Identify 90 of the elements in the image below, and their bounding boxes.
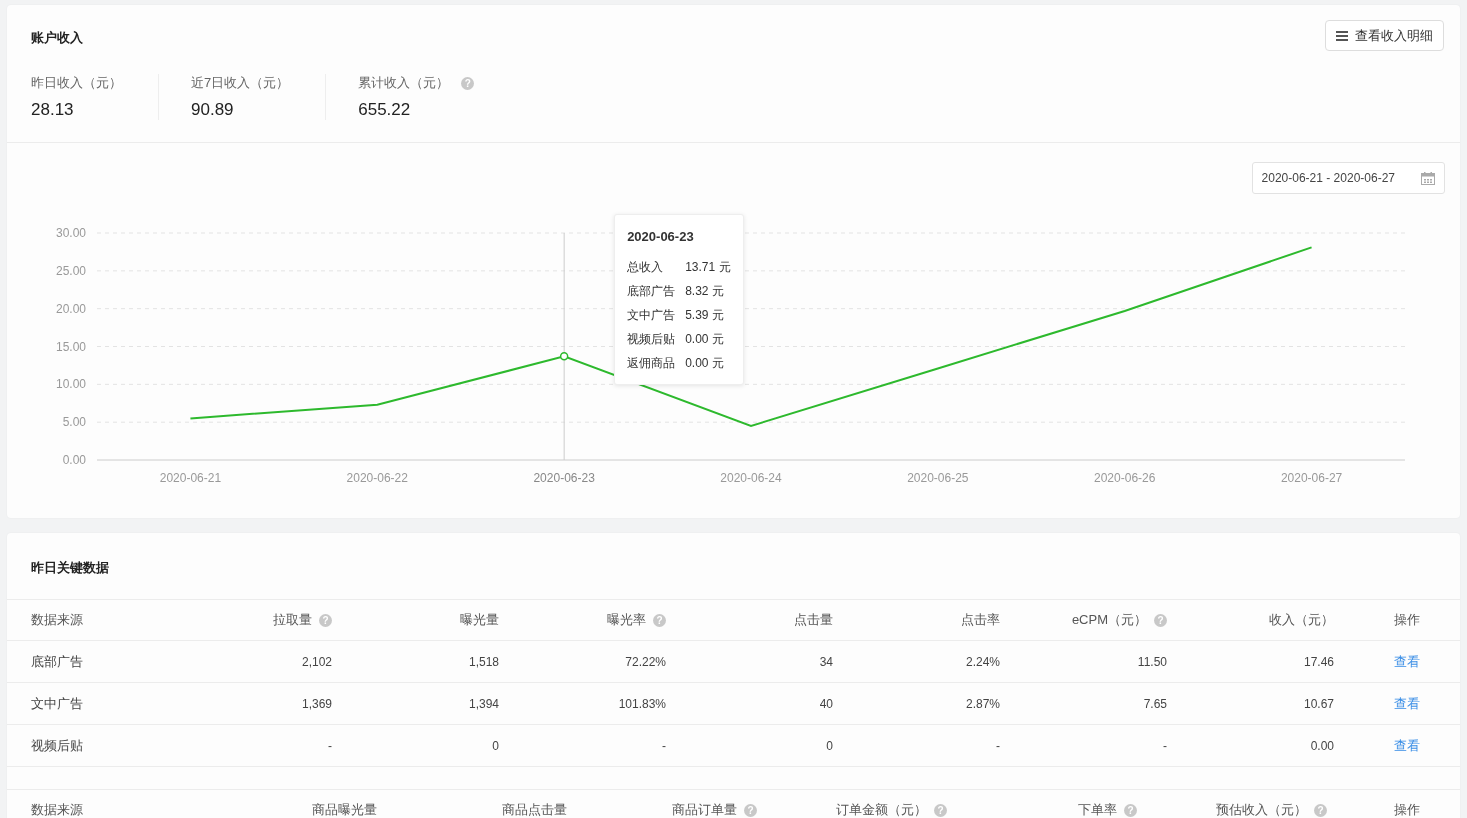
- column-header: 点击量: [794, 611, 833, 629]
- table-cell: 视频后贴: [31, 736, 83, 755]
- table-cell: 17.46: [1303, 654, 1334, 669]
- table-cell: -: [662, 738, 666, 753]
- x-axis-label: 2020-06-26: [1094, 471, 1156, 485]
- table-cell: 2.87%: [965, 696, 1000, 711]
- column-header: 商品点击量: [502, 801, 567, 818]
- tooltip-label: 视频后贴: [627, 331, 676, 348]
- column-header: 预估收入（元）: [1216, 801, 1307, 818]
- column-header: 商品曝光量: [312, 801, 377, 818]
- tooltip-value: 0.00 元: [685, 355, 724, 372]
- column-header: 曝光量: [460, 611, 499, 629]
- tooltip-value: 0.00 元: [685, 331, 724, 348]
- help-icon[interactable]: ?: [1154, 613, 1167, 627]
- x-axis-label: 2020-06-21: [159, 471, 222, 485]
- stat-value: 28.13: [31, 100, 75, 120]
- column-header: 下单率: [1078, 801, 1117, 818]
- help-icon[interactable]: ?: [1124, 803, 1137, 817]
- table-cell: 文中广告: [31, 694, 83, 713]
- table-cell: 底部广告: [31, 652, 83, 671]
- x-axis-label: 2020-06-25: [907, 471, 969, 485]
- stat-value: 655.22: [358, 100, 412, 120]
- table-cell: 101.83%: [618, 696, 666, 711]
- x-axis-label: 2020-06-27: [1280, 471, 1343, 485]
- column-header: 数据来源: [31, 801, 83, 818]
- x-axis-label: 2020-06-24: [720, 471, 782, 485]
- help-icon[interactable]: ?: [744, 803, 757, 817]
- column-header: 点击率: [961, 611, 1000, 629]
- table-cell: 1,369: [301, 696, 332, 711]
- table-cell: 72.22%: [625, 654, 666, 669]
- view-link[interactable]: 查看: [1394, 736, 1420, 755]
- tooltip-value: 5.39 元: [685, 307, 724, 324]
- data-point: [559, 352, 569, 361]
- stat-label: 累计收入（元）: [358, 74, 450, 92]
- view-link[interactable]: 查看: [1394, 652, 1420, 671]
- help-icon[interactable]: ?: [319, 613, 332, 627]
- tooltip-label: 总收入: [627, 259, 665, 276]
- column-header: eCPM（元）: [1071, 611, 1147, 629]
- date-range-field[interactable]: 2020-06-21 - 2020-06-27: [1251, 162, 1445, 194]
- y-axis-label: 20.00: [55, 301, 86, 316]
- column-header: 拉取量: [273, 611, 312, 629]
- column-header: 收入（元）: [1269, 611, 1334, 629]
- table-cell: 2.24%: [965, 654, 1000, 669]
- y-axis-label: 5.00: [62, 415, 86, 430]
- y-axis-label: 10.00: [55, 377, 86, 392]
- column-header: 操作: [1394, 611, 1420, 629]
- tooltip-label: 返佣商品: [627, 355, 676, 372]
- y-axis-label: 30.00: [55, 226, 86, 240]
- table-cell: 1,394: [468, 696, 499, 711]
- stat-label: 昨日收入（元）: [31, 74, 122, 92]
- x-axis-label: 2020-06-23: [533, 471, 595, 485]
- column-header: 操作: [1394, 801, 1420, 818]
- tooltip-title: 2020-06-23: [627, 229, 695, 244]
- stat-label: 近7日收入（元）: [191, 74, 290, 92]
- table-cell: 0: [492, 738, 499, 753]
- table-cell: 40: [819, 696, 833, 711]
- menu-icon: [1336, 30, 1348, 41]
- help-icon[interactable]: ?: [653, 613, 666, 627]
- table-cell: -: [996, 738, 1000, 753]
- stat-value: 90.89: [191, 100, 235, 120]
- y-axis-label: 15.00: [55, 339, 86, 354]
- y-axis-label: 25.00: [55, 263, 86, 278]
- card-title: 昨日关键数据: [30, 559, 110, 577]
- table-cell: 2,102: [301, 654, 332, 669]
- table-cell: 11.50: [1137, 654, 1167, 669]
- table-cell: 10.67: [1303, 696, 1334, 711]
- table-cell: 0.00: [1310, 738, 1334, 753]
- tooltip-value: 8.32 元: [685, 283, 724, 300]
- column-header: 数据来源: [31, 611, 83, 629]
- tooltip-label: 底部广告: [627, 283, 676, 300]
- y-axis-label: 0.00: [62, 453, 86, 467]
- table-cell: -: [328, 738, 332, 753]
- column-header: 订单金额（元）: [836, 801, 927, 818]
- help-icon[interactable]: ?: [461, 76, 475, 90]
- column-header: 商品订单量: [672, 801, 737, 818]
- card-title: 账户收入: [31, 29, 83, 47]
- view-link[interactable]: 查看: [1394, 694, 1420, 713]
- table-cell: 1,518: [468, 654, 499, 669]
- table-cell: 7.65: [1143, 696, 1167, 711]
- table-cell: 0: [826, 738, 833, 753]
- tooltip-value: 13.71 元: [685, 259, 731, 276]
- x-axis-label: 2020-06-22: [346, 471, 408, 485]
- income-detail-button[interactable]: 查看收入明细: [1325, 20, 1444, 51]
- table-cell: 34: [819, 654, 833, 669]
- help-icon[interactable]: ?: [934, 803, 947, 817]
- table-cell: -: [1163, 738, 1167, 753]
- tooltip-label: 文中广告: [627, 307, 676, 324]
- column-header: 曝光率: [607, 611, 646, 629]
- calendar-icon: [1421, 171, 1435, 185]
- help-icon[interactable]: ?: [1314, 803, 1327, 817]
